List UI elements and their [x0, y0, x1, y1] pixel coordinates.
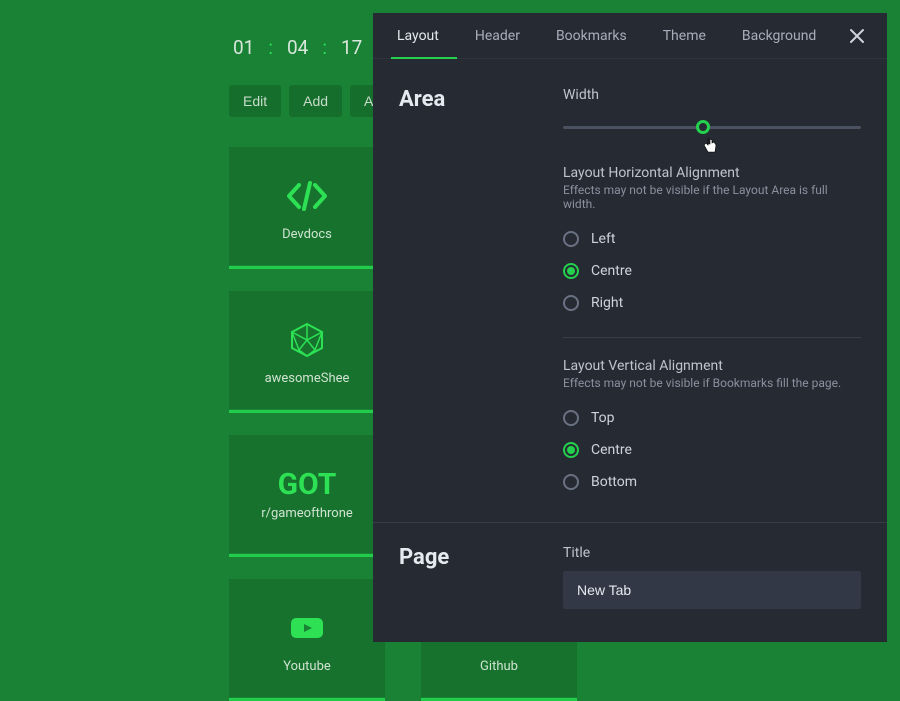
radio-halign-left[interactable]: Left	[563, 223, 861, 255]
radio-valign-top[interactable]: Top	[563, 402, 861, 434]
close-icon	[849, 28, 865, 44]
radio-ring-icon	[563, 474, 579, 490]
slider-track	[563, 126, 861, 129]
halign-help: Effects may not be visible if the Layout…	[563, 183, 861, 211]
clock-sep: :	[268, 36, 273, 59]
clock-seconds: 17	[341, 36, 362, 59]
tab-bookmarks[interactable]: Bookmarks	[538, 13, 645, 58]
settings-panel: Layout Header Bookmarks Theme Background…	[373, 13, 887, 642]
bookmark-label: Github	[480, 659, 518, 674]
radio-ring-icon	[563, 231, 579, 247]
valign-label: Layout Vertical Alignment	[563, 358, 861, 374]
d20-icon	[289, 315, 325, 365]
bookmark-subtext: r/gameofthrone	[261, 506, 353, 521]
radio-ring-icon	[563, 442, 579, 458]
slider-thumb[interactable]	[696, 120, 710, 134]
clock-minutes: 04	[287, 36, 308, 59]
bookmark-label: Youtube	[283, 659, 331, 674]
section-title-area: Area	[399, 87, 563, 504]
bookmark-tile-youtube[interactable]: Youtube	[229, 579, 385, 697]
clock-hours: 01	[233, 36, 254, 59]
bookmark-tile-devdocs[interactable]: Devdocs	[229, 147, 385, 265]
youtube-icon	[287, 603, 327, 653]
width-label: Width	[563, 87, 861, 103]
bookmark-tile-got[interactable]: GOT r/gameofthrone	[229, 435, 385, 553]
tab-layout[interactable]: Layout	[391, 13, 457, 58]
section-area: Area Width Layout Horizontal Alignment E…	[399, 87, 861, 504]
title-label: Title	[563, 545, 861, 561]
halign-group: Left Centre Right	[563, 223, 861, 319]
settings-body: Area Width Layout Horizontal Alignment E…	[373, 59, 887, 642]
add-button[interactable]: Add	[289, 85, 342, 117]
valign-group: Top Centre Bottom	[563, 402, 861, 498]
tab-header[interactable]: Header	[457, 13, 538, 58]
radio-valign-centre[interactable]: Centre	[563, 434, 861, 466]
section-divider	[373, 522, 887, 523]
tab-theme[interactable]: Theme	[645, 13, 724, 58]
bookmark-label: Devdocs	[282, 227, 332, 242]
close-button[interactable]	[845, 24, 869, 48]
cursor-icon	[703, 137, 717, 153]
halign-label: Layout Horizontal Alignment	[563, 165, 861, 181]
valign-help: Effects may not be visible if Bookmarks …	[563, 376, 861, 390]
radio-ring-icon	[563, 295, 579, 311]
section-page: Page Title	[399, 545, 861, 609]
bookmark-tile-awesomesheet[interactable]: awesomeShee	[229, 291, 385, 409]
radio-halign-right[interactable]: Right	[563, 287, 861, 319]
settings-tabs: Layout Header Bookmarks Theme Background	[373, 13, 887, 59]
radio-halign-centre[interactable]: Centre	[563, 255, 861, 287]
bookmark-label: awesomeShee	[265, 371, 350, 386]
width-slider[interactable]	[563, 119, 861, 137]
code-icon	[287, 171, 327, 221]
clock-sep: :	[322, 36, 327, 59]
radio-ring-icon	[563, 263, 579, 279]
bookmark-big-text: GOT	[278, 467, 337, 502]
radio-ring-icon	[563, 410, 579, 426]
section-title-page: Page	[399, 545, 563, 609]
page-title-input[interactable]	[563, 571, 861, 609]
edit-button[interactable]: Edit	[229, 85, 281, 117]
tab-background[interactable]: Background	[724, 13, 834, 58]
divider	[563, 337, 861, 338]
radio-valign-bottom[interactable]: Bottom	[563, 466, 861, 498]
